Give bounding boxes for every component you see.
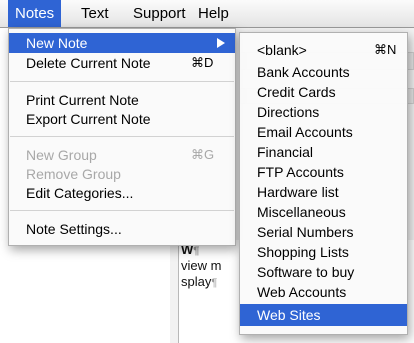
- submenu-item-web-sites[interactable]: Web Sites: [240, 304, 407, 326]
- menu-separator: [10, 136, 234, 137]
- blank-label: <blank>: [257, 42, 307, 58]
- submenu-item-bank-accounts[interactable]: Bank Accounts: [240, 62, 407, 82]
- note-settings-label: Note Settings...: [26, 221, 122, 237]
- menubar: Notes Text Support Help: [0, 0, 414, 28]
- notes-menu: New Note Delete Current Note ⌘D Print Cu…: [8, 28, 236, 246]
- menu-item-new-note[interactable]: New Note: [9, 33, 235, 53]
- new-group-shortcut: ⌘G: [191, 147, 215, 162]
- submenu-item-email-accounts[interactable]: Email Accounts: [240, 122, 407, 142]
- menu-item-print-current-note[interactable]: Print Current Note: [9, 90, 235, 110]
- new-note-submenu: <blank> ⌘N Bank Accounts Credit Cards Di…: [239, 32, 408, 335]
- editor-line-2: view m: [181, 258, 221, 273]
- menu-item-note-settings[interactable]: Note Settings...: [9, 219, 235, 239]
- editor-line-3-text: splay: [181, 274, 212, 289]
- export-current-note-label: Export Current Note: [26, 111, 151, 127]
- menubar-notes[interactable]: Notes: [8, 0, 62, 27]
- submenu-item-software-to-buy[interactable]: Software to buy: [240, 262, 407, 282]
- delete-current-note-label: Delete Current Note: [26, 55, 151, 71]
- submenu-item-miscellaneous[interactable]: Miscellaneous: [240, 202, 407, 222]
- edit-categories-label: Edit Categories...: [26, 185, 134, 201]
- delete-shortcut: ⌘D: [191, 55, 214, 70]
- submenu-item-directions[interactable]: Directions: [240, 102, 407, 122]
- submenu-item-hardware-list[interactable]: Hardware list: [240, 182, 407, 202]
- menubar-support[interactable]: Support: [126, 0, 193, 27]
- menubar-help[interactable]: Help: [191, 0, 236, 27]
- menu-item-remove-group[interactable]: Remove Group: [9, 164, 235, 184]
- submenu-item-credit-cards[interactable]: Credit Cards: [240, 82, 407, 102]
- pilcrow-mark: ¶: [193, 245, 200, 257]
- remove-group-label: Remove Group: [26, 166, 121, 182]
- submenu-item-serial-numbers[interactable]: Serial Numbers: [240, 222, 407, 242]
- submenu-item-financial[interactable]: Financial: [240, 142, 407, 162]
- print-current-note-label: Print Current Note: [26, 92, 139, 108]
- submenu-arrow-icon: [217, 38, 225, 48]
- new-note-label: New Note: [26, 35, 88, 51]
- editor-line-3: splay¶: [181, 274, 217, 289]
- pilcrow-mark: ¶: [211, 277, 218, 289]
- submenu-item-web-accounts[interactable]: Web Accounts: [240, 282, 407, 302]
- new-group-label: New Group: [26, 147, 97, 163]
- submenu-item-blank[interactable]: <blank> ⌘N: [240, 40, 407, 60]
- editor-line-2-text: view m: [181, 258, 222, 273]
- submenu-item-ftp-accounts[interactable]: FTP Accounts: [240, 162, 407, 182]
- menu-item-delete-current-note[interactable]: Delete Current Note ⌘D: [9, 53, 235, 73]
- menu-item-export-current-note[interactable]: Export Current Note: [9, 109, 235, 129]
- menu-item-new-group[interactable]: New Group ⌘G: [9, 145, 235, 165]
- menu-separator: [10, 81, 234, 82]
- blank-shortcut: ⌘N: [374, 42, 397, 57]
- menubar-text[interactable]: Text: [74, 0, 116, 27]
- menu-separator: [10, 210, 234, 211]
- submenu-item-shopping-lists[interactable]: Shopping Lists: [240, 242, 407, 262]
- menu-item-edit-categories[interactable]: Edit Categories...: [9, 183, 235, 203]
